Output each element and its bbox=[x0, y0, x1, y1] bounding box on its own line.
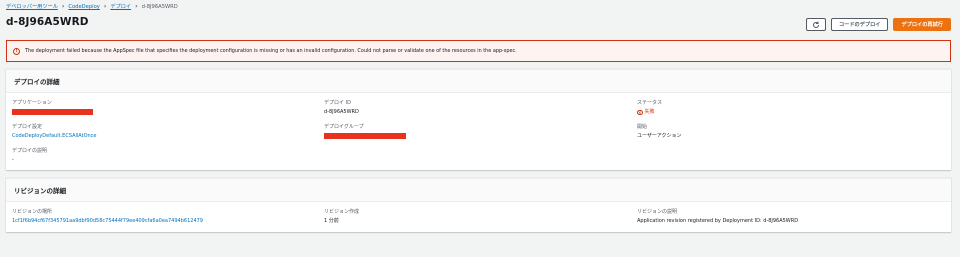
breadcrumb: デベロッパー用ツール › CodeDeploy › デプロイ › d-8J96A… bbox=[6, 3, 178, 11]
config-field: デプロイ設定 CodeDeployDefault.ECSAllAtOnce bbox=[12, 124, 97, 140]
panel-title: デプロイの詳細 bbox=[6, 70, 951, 93]
error-alert: ! The deployment failed because the AppS… bbox=[6, 40, 951, 62]
application-redacted-value bbox=[12, 109, 93, 115]
code-deploy-button[interactable]: コードのデプロイ bbox=[830, 18, 889, 31]
config-link[interactable]: CodeDeployDefault.ECSAllAtOnce bbox=[12, 133, 97, 140]
description-value: - bbox=[12, 157, 14, 163]
deployment-group-label: デプロイグループ bbox=[324, 124, 364, 130]
start-field: 開始 ユーザーアクション bbox=[637, 124, 681, 140]
status-badge: × 失敗 bbox=[637, 109, 662, 116]
alert-message: The deployment failed because the AppSpe… bbox=[25, 48, 517, 54]
start-label: 開始 bbox=[637, 124, 648, 130]
revision-description-label: リビジョンの説明 bbox=[637, 209, 678, 215]
breadcrumb-current: d-8J96A5WRD bbox=[141, 4, 178, 10]
deployment-id-label: デプロイ ID bbox=[324, 100, 351, 106]
revision-created-label: リビジョン作成 bbox=[324, 209, 360, 215]
header-actions: コードのデプロイ デプロイの再試行 bbox=[805, 18, 951, 31]
retry-deployment-button[interactable]: デプロイの再試行 bbox=[893, 18, 951, 31]
deployment-group-field: デプロイグループ bbox=[324, 124, 406, 139]
refresh-button[interactable] bbox=[805, 18, 826, 31]
deployment-details-panel: デプロイの詳細 アプリケーション デプロイ設定 CodeDeployDefaul… bbox=[6, 69, 951, 170]
panel-title: リビジョンの詳細 bbox=[6, 179, 951, 202]
revision-location-link[interactable]: 1cf1f6b94cf67f345791aa9dbf90d58c75444f79… bbox=[12, 218, 203, 225]
error-icon: ! bbox=[13, 47, 20, 55]
deployment-group-redacted-value bbox=[324, 133, 406, 139]
page-title: d-8J96A5WRD bbox=[6, 16, 89, 28]
chevron-right-icon: › bbox=[61, 3, 65, 10]
revision-location-label: リビジョンの場所 bbox=[12, 209, 53, 215]
breadcrumb-deployments[interactable]: デプロイ bbox=[110, 3, 131, 11]
chevron-right-icon: › bbox=[135, 3, 138, 10]
status-field: ステータス × 失敗 bbox=[637, 100, 662, 116]
revision-location-field: リビジョンの場所 1cf1f6b94cf67f345791aa9dbf90d58… bbox=[12, 209, 203, 225]
chevron-right-icon: › bbox=[103, 3, 107, 10]
status-label: ステータス bbox=[637, 100, 663, 106]
start-value: ユーザーアクション bbox=[637, 133, 682, 139]
revision-description-value: Application revision registered by Deplo… bbox=[637, 218, 799, 224]
breadcrumb-developer-tools[interactable]: デベロッパー用ツール bbox=[6, 3, 58, 11]
application-label: アプリケーション bbox=[12, 100, 52, 106]
revision-details-panel: リビジョンの詳細 リビジョンの場所 1cf1f6b94cf67f345791aa… bbox=[6, 178, 951, 232]
config-label: デプロイ設定 bbox=[12, 124, 43, 130]
status-value: 失敗 bbox=[644, 109, 655, 115]
application-field: アプリケーション bbox=[12, 100, 93, 115]
deployment-id-field: デプロイ ID d-8J96A5WRD bbox=[324, 100, 359, 116]
revision-created-value: 1 分前 bbox=[324, 218, 339, 224]
deployment-id-value: d-8J96A5WRD bbox=[324, 109, 359, 115]
revision-description-field: リビジョンの説明 Application revision registered… bbox=[637, 209, 798, 225]
breadcrumb-codedeploy[interactable]: CodeDeploy bbox=[68, 3, 99, 11]
revision-created-field: リビジョン作成 1 分前 bbox=[324, 209, 359, 225]
description-label: デプロイの説明 bbox=[12, 148, 48, 154]
failed-icon: × bbox=[637, 109, 643, 116]
description-field: デプロイの説明 - bbox=[12, 148, 47, 164]
refresh-icon bbox=[812, 21, 819, 28]
